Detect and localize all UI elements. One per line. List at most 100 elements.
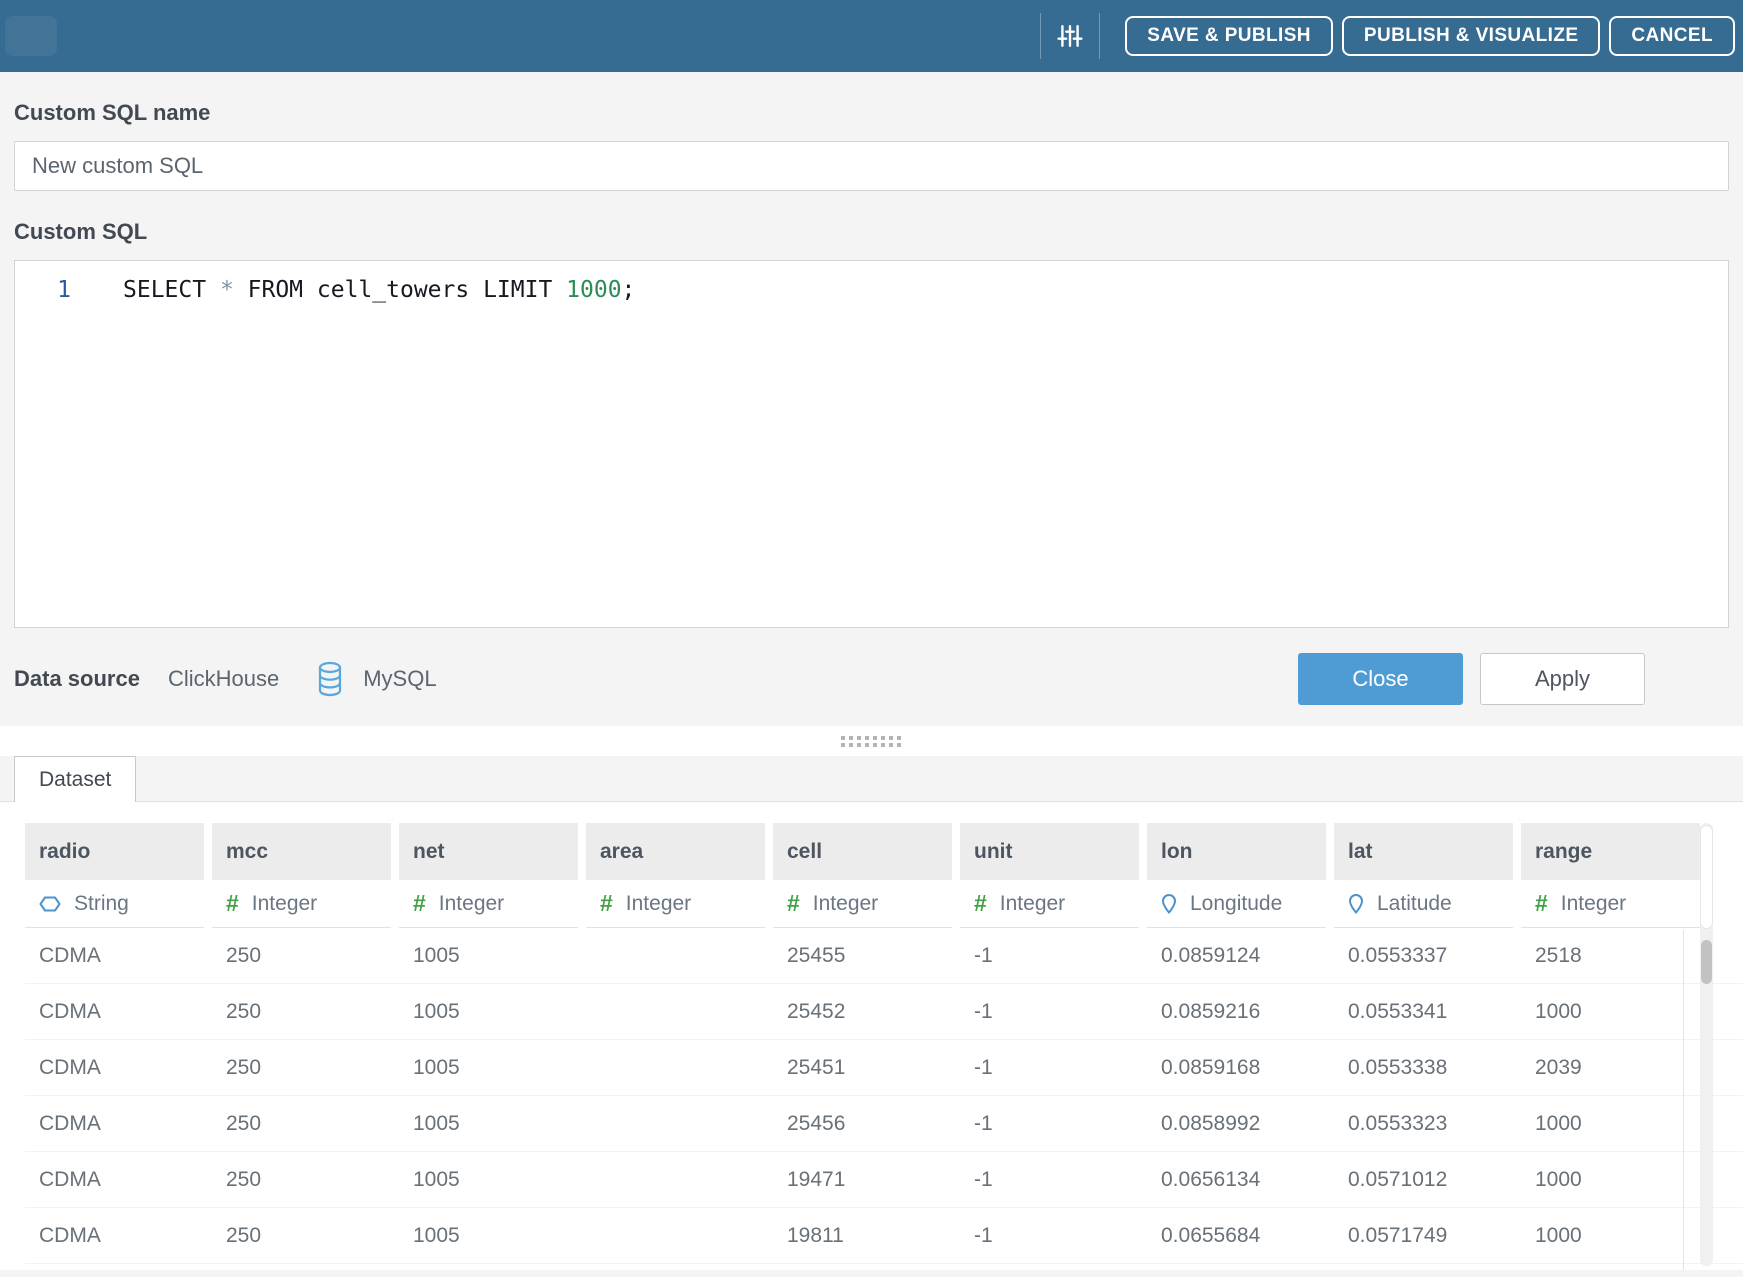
datasource-option-mysql[interactable]: MySQL <box>317 661 436 697</box>
publish-visualize-button[interactable]: PUBLISH & VISUALIZE <box>1342 16 1601 56</box>
datasource-option-clickhouse[interactable]: ClickHouse <box>168 666 279 692</box>
column-header-area: area <box>586 823 765 880</box>
cancel-button[interactable]: CANCEL <box>1609 16 1735 56</box>
table-cell: 0.0553323 <box>1334 1096 1513 1151</box>
table-cell: CDMA <box>25 1096 204 1151</box>
table-cell: 1005 <box>399 928 578 983</box>
scrollbar-thumb[interactable] <box>1701 940 1712 984</box>
table-cell <box>586 928 765 983</box>
column-type-unit: # Integer <box>960 880 1139 928</box>
preview-table: radiomccnetareacellunitlonlatrange String… <box>0 802 1743 1264</box>
table-row: CDMA250100525456-10.08589920.05533231000 <box>25 1096 1743 1152</box>
table-cell: 2039 <box>1521 1040 1700 1095</box>
table-cell <box>586 1152 765 1207</box>
sql-token-keyword: SELECT <box>123 277 220 303</box>
integer-icon: # <box>226 890 239 917</box>
table-cell: CDMA <box>25 1152 204 1207</box>
column-type-range: #Integer <box>1521 880 1700 928</box>
column-type-lon: Longitude <box>1147 880 1326 928</box>
table-row: CDMA250100525451-10.08591680.05533382039 <box>25 1040 1743 1096</box>
custom-sql-name-label: Custom SQL name <box>14 100 1729 126</box>
datasource-option-mysql-label: MySQL <box>363 666 436 692</box>
save-publish-button[interactable]: SAVE & PUBLISH <box>1125 16 1333 56</box>
table-cell: 1005 <box>399 984 578 1039</box>
table-row: CDMA250100519811-10.06556840.05717491000 <box>25 1208 1743 1264</box>
column-type-label: Integer <box>439 892 504 916</box>
column-header-range: range <box>1521 823 1700 880</box>
table-cell: 0.0859216 <box>1147 984 1326 1039</box>
table-cell: CDMA <box>25 928 204 983</box>
custom-sql-label: Custom SQL <box>14 219 1729 245</box>
column-type-cell: # Integer <box>773 880 952 928</box>
column-type-net: # Integer <box>399 880 578 928</box>
string-icon <box>39 895 61 913</box>
column-type-label: Latitude <box>1377 892 1452 916</box>
tab-dataset[interactable]: Dataset <box>14 756 136 802</box>
datasource-actions: Close Apply <box>1298 653 1729 705</box>
table-cell: 1000 <box>1521 1208 1700 1263</box>
sql-token-identifier: cell_towers <box>317 277 483 303</box>
table-cell: 250 <box>212 1208 391 1263</box>
table-cell: CDMA <box>25 1040 204 1095</box>
table-cell: 1005 <box>399 1096 578 1151</box>
column-header-net: net <box>399 823 578 880</box>
table-cell: 25456 <box>773 1096 952 1151</box>
sql-editor[interactable]: 1 SELECT * FROM cell_towers LIMIT 1000; <box>14 260 1729 628</box>
integer-icon: # <box>600 890 613 917</box>
table-header-row: radiomccnetareacellunitlonlatrange <box>25 823 1743 880</box>
table-cell: -1 <box>960 1040 1139 1095</box>
header-left-button[interactable] <box>5 16 57 56</box>
table-cell: 250 <box>212 1152 391 1207</box>
custom-sql-form: Custom SQL name Custom SQL 1 SELECT * FR… <box>0 100 1743 705</box>
column-type-label: Integer <box>813 892 878 916</box>
table-row: CDMA250100525452-10.08592160.05533411000 <box>25 984 1743 1040</box>
table-cell <box>586 1208 765 1263</box>
line-number: 1 <box>15 275 95 305</box>
column-header-lon: lon <box>1147 823 1326 880</box>
table-cell: 25451 <box>773 1040 952 1095</box>
table-cell: 0.0655684 <box>1147 1208 1326 1263</box>
table-cell: 250 <box>212 928 391 983</box>
integer-icon: # <box>974 890 987 917</box>
table-row: CDMA250100525455-10.08591240.05533372518 <box>25 928 1743 984</box>
drag-dots-icon <box>841 736 903 747</box>
custom-sql-name-input[interactable] <box>14 141 1729 191</box>
table-cell: -1 <box>960 984 1139 1039</box>
sql-token-operator: * <box>220 277 248 303</box>
sql-code-line: SELECT * FROM cell_towers LIMIT 1000; <box>123 275 635 305</box>
top-bar: SAVE & PUBLISH PUBLISH & VISUALIZE CANCE… <box>0 0 1743 72</box>
column-type-label: String <box>74 892 129 916</box>
column-type-lat: Latitude <box>1334 880 1513 928</box>
table-cell: 0.0571012 <box>1334 1152 1513 1207</box>
column-type-label: Integer <box>1000 892 1065 916</box>
dataset-preview-panel: Dataset radiomccnetareacellunitlonlatran… <box>0 756 1743 1270</box>
toolbar-divider <box>1040 13 1041 59</box>
table-cell <box>586 1096 765 1151</box>
table-cell: 2518 <box>1521 928 1700 983</box>
column-header-radio: radio <box>25 823 204 880</box>
column-header-unit: unit <box>960 823 1139 880</box>
table-cell: 25452 <box>773 984 952 1039</box>
sliders-icon[interactable] <box>1057 23 1083 49</box>
panel-resize-handle[interactable] <box>0 726 1743 756</box>
apply-button[interactable]: Apply <box>1480 653 1645 705</box>
column-type-mcc: #Integer <box>212 880 391 928</box>
scrollbar-thumb-outer[interactable] <box>1701 826 1712 928</box>
table-cell: 0.0859168 <box>1147 1040 1326 1095</box>
table-cell: 250 <box>212 984 391 1039</box>
close-button[interactable]: Close <box>1298 653 1463 705</box>
integer-icon: # <box>413 890 426 917</box>
table-cell: 1000 <box>1521 1152 1700 1207</box>
table-cell: 1000 <box>1521 1096 1700 1151</box>
table-cell: -1 <box>960 928 1139 983</box>
column-header-cell: cell <box>773 823 952 880</box>
column-type-label: Longitude <box>1190 892 1282 916</box>
integer-icon: # <box>787 890 800 917</box>
tab-bar: Dataset <box>0 756 1743 802</box>
column-type-area: #Integer <box>586 880 765 928</box>
sql-token-keyword: FROM <box>248 277 317 303</box>
latitude-icon <box>1348 893 1364 915</box>
table-cell: 25455 <box>773 928 952 983</box>
table-cell: 0.0859124 <box>1147 928 1326 983</box>
datasource-label: Data source <box>14 666 140 692</box>
